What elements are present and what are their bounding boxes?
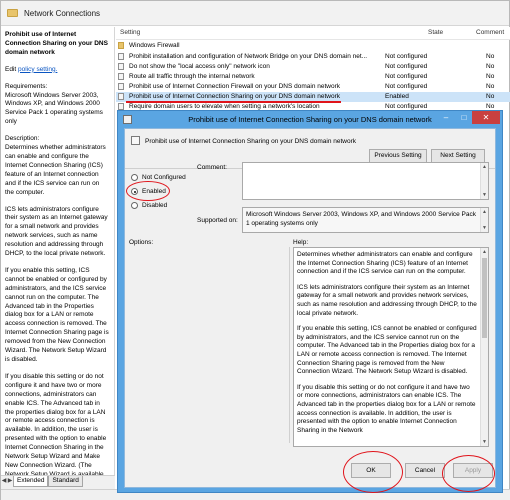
list-header: Setting State Comment	[116, 27, 510, 40]
supported-on-box: Microsoft Windows Server 2003, Windows X…	[242, 207, 489, 233]
description-paragraph: If you enable this setting, ICS cannot b…	[5, 266, 109, 363]
edit-line: Edit policy setting.	[5, 66, 110, 75]
description-paragraph: If you disable this setting or do not co…	[5, 372, 107, 475]
comment-label: Comment:	[197, 164, 227, 171]
setting-comment: No	[486, 53, 495, 60]
view-tabs: ◀ ▶ Extended Standard	[1, 475, 115, 489]
policy-icon	[131, 136, 140, 145]
scroll-up-icon[interactable]: ▲	[481, 248, 488, 256]
setting-name: Windows Firewall	[129, 42, 180, 49]
policy-icon	[118, 53, 124, 60]
policy-dialog: Prohibit use of Internet Connection Shar…	[117, 110, 503, 493]
help-paragraph: ICS lets administrators configure their …	[297, 283, 477, 317]
supported-on-text: Microsoft Windows Server 2003, Windows X…	[246, 211, 477, 227]
edit-prefix: Edit	[5, 65, 17, 73]
setting-comment: No	[486, 83, 495, 90]
list-item[interactable]: Prohibit installation and configuration …	[116, 52, 510, 62]
close-icon[interactable]: ✕	[472, 111, 500, 124]
setting-comment: No	[486, 93, 495, 100]
setting-state: Not configured	[385, 83, 428, 90]
policy-icon	[118, 73, 124, 80]
setting-name: Prohibit installation and configuration …	[129, 53, 368, 60]
setting-comment: No	[486, 73, 495, 80]
breadcrumb: Network Connections	[1, 1, 509, 26]
setting-state: Not configured	[385, 103, 428, 110]
help-paragraph: Determines whether administrators can en…	[297, 251, 473, 276]
policy-icon	[118, 103, 124, 110]
column-header-state[interactable]: State	[428, 29, 443, 36]
minimize-icon[interactable]: –	[438, 111, 454, 124]
description-paragraph: ICS lets administrators configure their …	[5, 205, 108, 258]
policy-icon	[118, 63, 124, 70]
setting-name: Require domain users to elevate when set…	[129, 103, 320, 110]
folder-icon	[7, 9, 18, 17]
policy-title: Prohibit use of Internet Connection Shar…	[5, 31, 108, 56]
scrollbar-thumb[interactable]	[482, 258, 487, 338]
radio-label: Disabled	[142, 202, 168, 209]
radio-circle[interactable]	[131, 202, 138, 209]
list-item[interactable]: Do not show the "local access only" netw…	[116, 62, 510, 72]
help-scrollbar[interactable]: ▲ ▼	[480, 248, 488, 446]
description-pane: Prohibit use of Internet Connection Shar…	[1, 27, 115, 475]
requirements-label: Requirements:	[5, 82, 48, 90]
breadcrumb-label[interactable]: Network Connections	[24, 9, 100, 18]
setting-comment: No	[486, 63, 495, 70]
setting-comment: No	[486, 103, 495, 110]
help-paragraph: If you disable this setting or do not co…	[297, 383, 476, 434]
annotation-circle-enabled	[126, 181, 170, 201]
annotation-underline	[126, 101, 341, 103]
help-paragraph: If you enable this setting, ICS cannot b…	[297, 325, 477, 376]
options-label: Options:	[129, 239, 154, 246]
setting-name: Route all traffic through the internal n…	[129, 73, 255, 80]
list-item[interactable]: Route all traffic through the internal n…	[116, 72, 510, 82]
scroll-down-icon[interactable]: ▼	[481, 191, 488, 199]
help-textbox: Determines whether administrators can en…	[293, 247, 489, 447]
list-item[interactable]: Windows Firewall	[116, 41, 510, 51]
scroll-up-icon[interactable]: ▲	[481, 208, 488, 216]
previous-setting-button[interactable]: Previous Setting	[369, 149, 427, 163]
setting-state: Not configured	[385, 53, 428, 60]
folder-icon	[118, 42, 124, 49]
supported-scrollbar[interactable]: ▲ ▼	[480, 208, 488, 232]
description-paragraph: Determines whether administrators can en…	[5, 144, 106, 196]
policy-icon	[118, 83, 124, 90]
radio-label: Not Configured	[142, 174, 186, 181]
cancel-button[interactable]: Cancel	[405, 463, 445, 478]
annotation-circle-apply	[442, 455, 495, 492]
setting-state: Not configured	[385, 73, 428, 80]
tab-extended[interactable]: Extended	[13, 476, 49, 487]
setting-name: Prohibit use of Internet Connection Fire…	[129, 83, 340, 90]
scroll-up-icon[interactable]: ▲	[481, 163, 488, 171]
maximize-icon[interactable]: □	[456, 111, 472, 124]
annotation-circle-ok	[343, 451, 403, 493]
pane-divider	[289, 247, 290, 443]
list-item[interactable]: Prohibit use of Internet Connection Fire…	[116, 82, 510, 92]
dialog-body: Prohibit use of Internet Connection Shar…	[124, 128, 496, 488]
edit-policy-link[interactable]: policy setting.	[18, 66, 57, 73]
setting-state: Not configured	[385, 63, 428, 70]
column-header-setting[interactable]: Setting	[120, 29, 140, 36]
radio-disabled[interactable]: Disabled	[131, 201, 211, 211]
comment-textarea[interactable]: ▲ ▼	[242, 162, 489, 200]
radio-circle[interactable]	[131, 174, 138, 181]
setting-name: Prohibit use of Internet Connection Shar…	[129, 93, 341, 100]
description-label: Description:	[5, 135, 40, 143]
tab-standard[interactable]: Standard	[48, 476, 83, 487]
policy-icon	[118, 93, 124, 100]
scroll-down-icon[interactable]: ▼	[481, 224, 488, 232]
dialog-header-text: Prohibit use of Internet Connection Shar…	[145, 138, 357, 145]
scroll-down-icon[interactable]: ▼	[481, 438, 488, 446]
help-text: Determines whether administrators can en…	[297, 251, 477, 442]
requirements-text: Microsoft Windows Server 2003, Windows X…	[5, 91, 103, 126]
comment-scrollbar[interactable]: ▲ ▼	[480, 163, 488, 199]
next-setting-button[interactable]: Next Setting	[431, 149, 485, 163]
dialog-titlebar[interactable]: Prohibit use of Internet Connection Shar…	[118, 111, 502, 128]
setting-state: Enabled	[385, 93, 409, 100]
setting-name: Do not show the "local access only" netw…	[129, 63, 270, 70]
column-header-comment[interactable]: Comment	[476, 29, 504, 36]
help-label: Help:	[293, 239, 309, 246]
supported-on-label: Supported on:	[197, 217, 238, 224]
